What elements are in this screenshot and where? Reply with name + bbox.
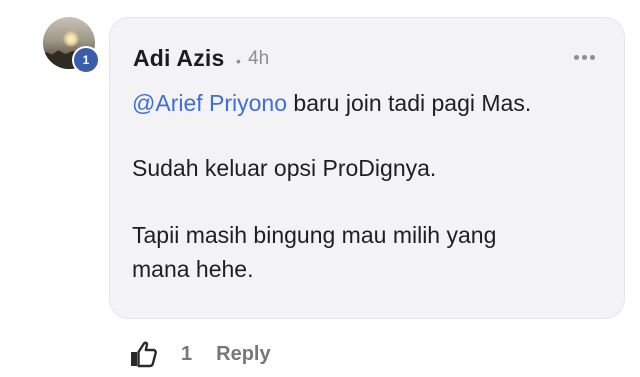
like-count[interactable]: 1 <box>181 343 192 366</box>
comment-text: baru join tadi pagi Mas. <box>287 90 532 116</box>
more-options-icon[interactable] <box>574 48 595 66</box>
comment-actions: 1 Reply <box>128 337 271 371</box>
meta-separator: • <box>236 53 241 69</box>
comment-text-line: Tapii masih bingung mau milih yang <box>132 222 497 248</box>
more-dot <box>582 54 587 60</box>
comment-author[interactable]: Adi Azis <box>133 45 224 72</box>
user-mention-link[interactable]: @Arief Priyono <box>132 90 287 116</box>
more-dot <box>574 54 579 60</box>
comment-timestamp[interactable]: 4h <box>248 48 269 70</box>
comment-paragraph-1: @Arief Priyono baru join tadi pagi Mas. <box>132 86 531 120</box>
comment-text-line: mana hehe. <box>132 256 254 282</box>
reply-button[interactable]: Reply <box>216 343 270 366</box>
avatar-sun-graphic <box>63 31 79 47</box>
comment-bubble: Adi Azis • 4h @Arief Priyono baru join t… <box>109 17 625 319</box>
comment-paragraph-3: Tapii masih bingung mau milih yang mana … <box>132 218 496 286</box>
comment-paragraph-2: Sudah keluar opsi ProDignya. <box>132 155 437 181</box>
thumbs-up-icon[interactable] <box>128 339 158 369</box>
comment-thread: 1 Adi Azis • 4h @Arief Priyono baru join… <box>0 0 640 377</box>
more-dot <box>590 54 595 60</box>
avatar-badge: 1 <box>72 46 100 74</box>
